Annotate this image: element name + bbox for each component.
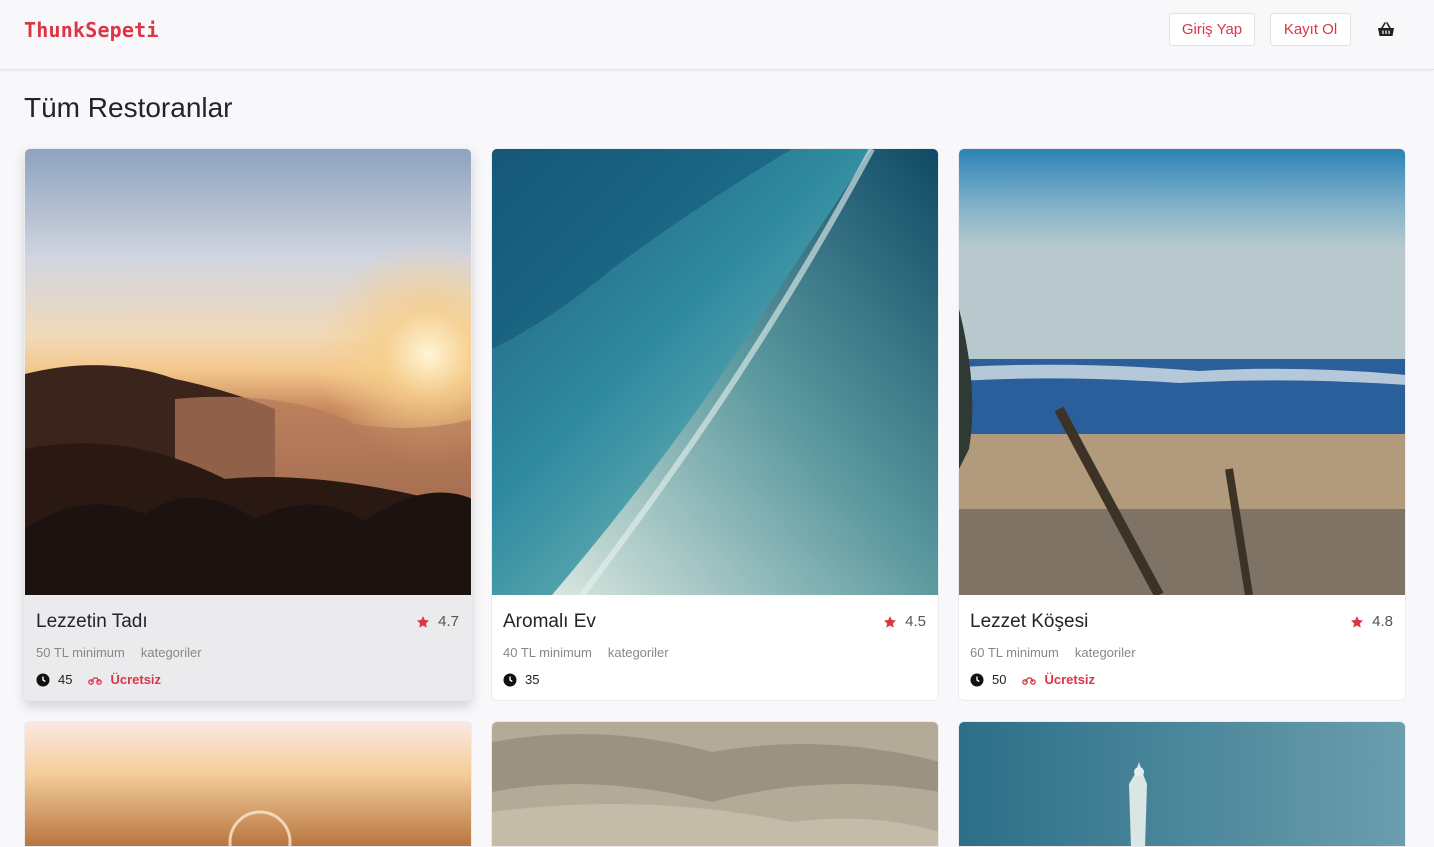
categories: kategoriler bbox=[1074, 645, 1136, 660]
page-title: Tüm Restoranlar bbox=[24, 92, 233, 123]
restaurant-card[interactable] bbox=[24, 721, 472, 847]
delivery-fee: Ücretsiz bbox=[110, 672, 162, 687]
restaurant-name: Aromalı Ev bbox=[503, 611, 596, 632]
restaurant-card[interactable]: Lezzet Köşesi 4.8 60 TL minimum kategori… bbox=[958, 148, 1406, 701]
restaurant-card[interactable]: Lezzetin Tadı 4.7 50 TL minimum kategori… bbox=[24, 148, 472, 701]
rating: 4.5 bbox=[883, 613, 926, 630]
star-icon bbox=[884, 615, 897, 628]
basket-icon[interactable] bbox=[1376, 20, 1396, 40]
restaurant-card[interactable] bbox=[958, 721, 1406, 847]
minimum-order: 50 TL minimum bbox=[36, 645, 125, 660]
motorcycle-icon bbox=[1022, 676, 1037, 685]
rating: 4.7 bbox=[416, 613, 459, 630]
restaurant-image bbox=[492, 722, 938, 846]
categories: kategoriler bbox=[607, 645, 669, 660]
rating-value: 4.5 bbox=[905, 613, 926, 630]
rating-value: 4.7 bbox=[438, 613, 459, 630]
restaurant-image bbox=[959, 722, 1405, 846]
clock-icon bbox=[503, 673, 517, 686]
restaurant-meta: 40 TL minimum kategoriler bbox=[503, 645, 669, 660]
star-icon bbox=[417, 615, 430, 628]
restaurant-image bbox=[25, 722, 471, 846]
motorcycle-icon bbox=[88, 676, 103, 685]
restaurant-card[interactable]: Aromalı Ev 4.5 40 TL minimum kategoriler… bbox=[491, 148, 939, 701]
delivery-time: 45 bbox=[58, 672, 73, 687]
categories: kategoriler bbox=[140, 645, 202, 660]
brand-logo[interactable]: ThunkSepeti bbox=[24, 18, 159, 42]
navbar: ThunkSepeti Giriş Yap Kayıt Ol bbox=[0, 0, 1434, 70]
minimum-order: 40 TL minimum bbox=[503, 645, 592, 660]
register-button[interactable]: Kayıt Ol bbox=[1270, 13, 1351, 46]
star-icon bbox=[1351, 615, 1364, 628]
restaurant-image bbox=[959, 149, 1405, 595]
delivery-info: 45 Ücretsiz bbox=[36, 672, 161, 687]
delivery-fee: Ücretsiz bbox=[1044, 672, 1096, 687]
delivery-info: 35 bbox=[503, 672, 555, 687]
restaurant-image bbox=[492, 149, 938, 595]
delivery-info: 50 Ücretsiz bbox=[970, 672, 1095, 687]
restaurant-card[interactable] bbox=[491, 721, 939, 847]
clock-icon bbox=[36, 673, 50, 686]
restaurant-meta: 60 TL minimum kategoriler bbox=[970, 645, 1136, 660]
delivery-time: 50 bbox=[992, 672, 1007, 687]
clock-icon bbox=[970, 673, 984, 686]
restaurant-name: Lezzet Köşesi bbox=[970, 611, 1089, 632]
rating-value: 4.8 bbox=[1372, 613, 1393, 630]
restaurant-meta: 50 TL minimum kategoriler bbox=[36, 645, 202, 660]
restaurant-image bbox=[25, 149, 471, 595]
rating: 4.8 bbox=[1350, 613, 1393, 630]
delivery-time: 35 bbox=[525, 672, 540, 687]
restaurant-name: Lezzetin Tadı bbox=[36, 611, 148, 632]
minimum-order: 60 TL minimum bbox=[970, 645, 1059, 660]
login-button[interactable]: Giriş Yap bbox=[1169, 13, 1255, 46]
